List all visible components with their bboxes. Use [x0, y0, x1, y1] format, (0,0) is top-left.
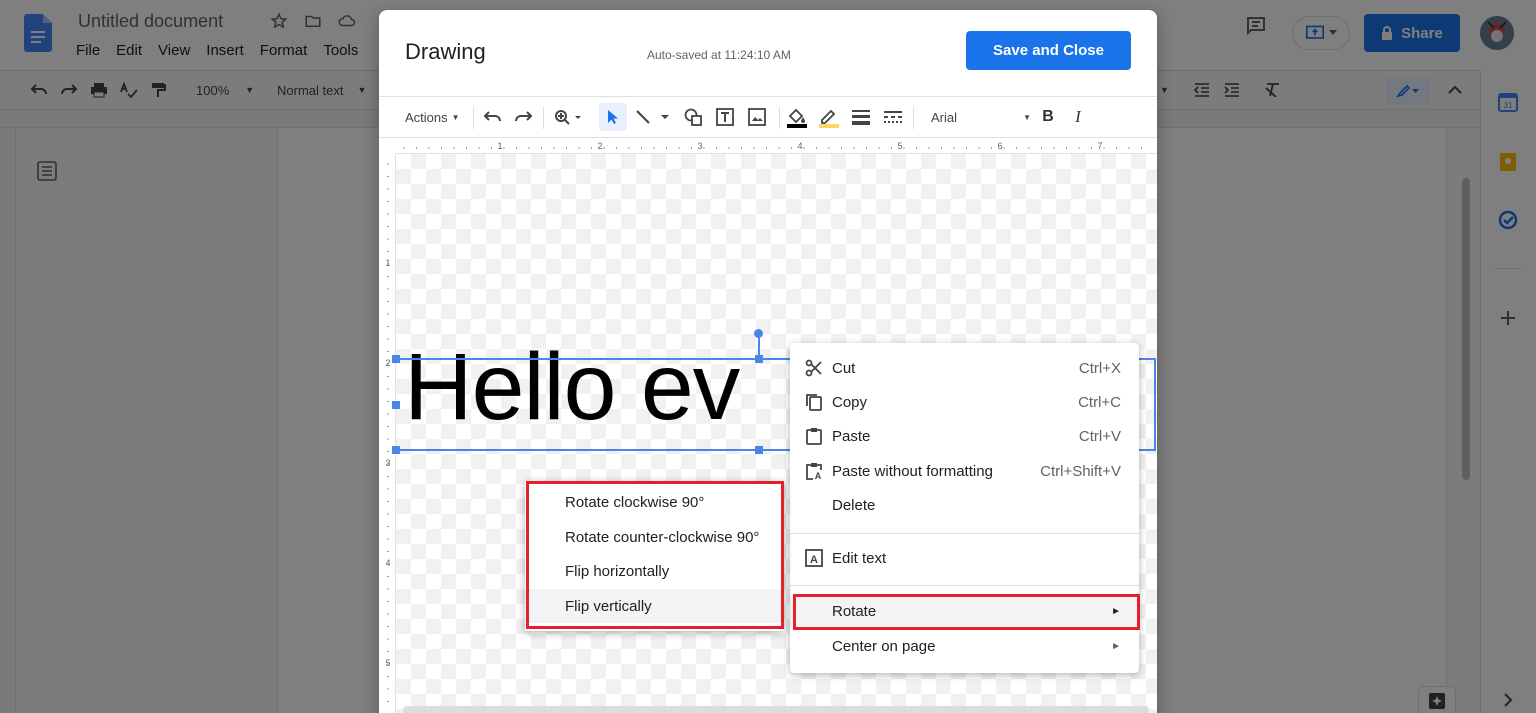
- ruler-number: 7: [1097, 141, 1102, 151]
- menu-item-edit-text[interactable]: A Edit text: [790, 541, 1139, 575]
- menu-label: Copy: [832, 393, 868, 411]
- image-icon[interactable]: [745, 97, 769, 137]
- menu-label: Edit text: [832, 549, 887, 567]
- ruler-number: 3: [385, 458, 390, 468]
- menu-label: Cut: [832, 359, 856, 377]
- border-weight-icon[interactable]: [849, 97, 873, 137]
- text-box-icon[interactable]: [713, 97, 737, 137]
- menu-item-cut[interactable]: Cut Ctrl+X: [790, 351, 1139, 385]
- resize-handle-top-left[interactable]: [392, 355, 400, 363]
- ruler-number: 6: [997, 141, 1002, 151]
- svg-text:A: A: [815, 471, 822, 480]
- submenu-arrow-icon: ►: [1111, 640, 1121, 652]
- scissors-icon: [804, 358, 824, 378]
- resize-handle-bottom-left[interactable]: [392, 446, 400, 454]
- toolbar-separator: [913, 107, 914, 129]
- menu-shortcut: Ctrl+V: [1078, 427, 1121, 445]
- bold-icon[interactable]: B: [1037, 97, 1059, 137]
- drawing-toolbar: Actions ▼ Arial ▼ B I: [379, 96, 1157, 138]
- menu-item-copy[interactable]: Copy Ctrl+C: [790, 385, 1139, 419]
- canvas-scrollbar[interactable]: [403, 706, 1149, 713]
- vertical-ruler: 1 2 3 4 5: [379, 154, 396, 713]
- toolbar-separator: [543, 107, 544, 129]
- undo-icon[interactable]: [481, 97, 505, 137]
- autosave-status: Auto-saved at 11:24:10 AM: [647, 48, 791, 62]
- border-dash-icon[interactable]: [881, 97, 905, 137]
- menu-item-paste[interactable]: Paste Ctrl+V: [790, 419, 1139, 453]
- horizontal-ruler: 1 2 3 4 5 6 7: [396, 138, 1157, 154]
- highlight-box-submenu: [526, 481, 784, 629]
- highlight-box-rotate: [793, 594, 1140, 630]
- copy-icon: [804, 392, 824, 412]
- select-tool-icon[interactable]: [599, 103, 627, 131]
- font-family-value: Arial: [931, 109, 958, 125]
- ruler-number: 4: [797, 141, 802, 151]
- menu-shortcut: Ctrl+Shift+V: [1040, 462, 1121, 480]
- dialog-title: Drawing: [405, 39, 486, 64]
- paste-plain-icon: A: [804, 461, 824, 481]
- resize-handle-left[interactable]: [392, 401, 400, 409]
- menu-label: Delete: [832, 496, 876, 514]
- menu-label: Paste without formatting: [832, 462, 993, 480]
- ruler-number: 5: [385, 658, 390, 668]
- menu-shortcut: Ctrl+X: [1078, 359, 1121, 377]
- actions-menu[interactable]: Actions ▼: [405, 97, 460, 137]
- actions-label: Actions: [405, 109, 448, 125]
- zoom-icon[interactable]: [551, 97, 585, 137]
- toolbar-separator: [473, 107, 474, 129]
- font-family-select[interactable]: Arial ▼: [931, 97, 1031, 137]
- menu-item-center-on-page[interactable]: Center on page ►: [790, 629, 1139, 663]
- rotation-handle[interactable]: [754, 329, 763, 338]
- menu-separator: [790, 533, 1139, 534]
- ruler-number: 5: [897, 141, 902, 151]
- resize-handle-bottom[interactable]: [755, 446, 763, 454]
- redo-icon[interactable]: [511, 97, 535, 137]
- menu-label: Paste: [832, 427, 871, 445]
- ruler-number: 4: [385, 558, 390, 568]
- edit-text-icon: A: [804, 548, 824, 568]
- resize-handle-top[interactable]: [755, 355, 763, 363]
- italic-icon[interactable]: I: [1067, 97, 1089, 137]
- line-tool-icon[interactable]: [633, 97, 673, 137]
- ruler-number: 1: [497, 141, 502, 151]
- menu-item-delete[interactable]: Delete: [790, 488, 1139, 522]
- shape-tool-icon[interactable]: [681, 97, 705, 137]
- ruler-number: 3: [697, 141, 702, 151]
- save-and-close-button[interactable]: Save and Close: [966, 31, 1131, 70]
- clipboard-icon: [804, 426, 824, 446]
- menu-shortcut: Ctrl+C: [1078, 393, 1121, 411]
- svg-text:A: A: [810, 554, 818, 566]
- ruler-number: 2: [385, 358, 390, 368]
- menu-item-paste-without-formatting[interactable]: A Paste without formatting Ctrl+Shift+V: [790, 454, 1139, 488]
- toolbar-separator: [779, 107, 780, 129]
- menu-label: Center on page: [832, 637, 936, 655]
- border-color-icon[interactable]: [817, 97, 841, 137]
- fill-color-icon[interactable]: [785, 97, 809, 137]
- ruler-number: 2: [597, 141, 602, 151]
- menu-separator: [790, 585, 1139, 586]
- ruler-number: 1: [385, 258, 390, 268]
